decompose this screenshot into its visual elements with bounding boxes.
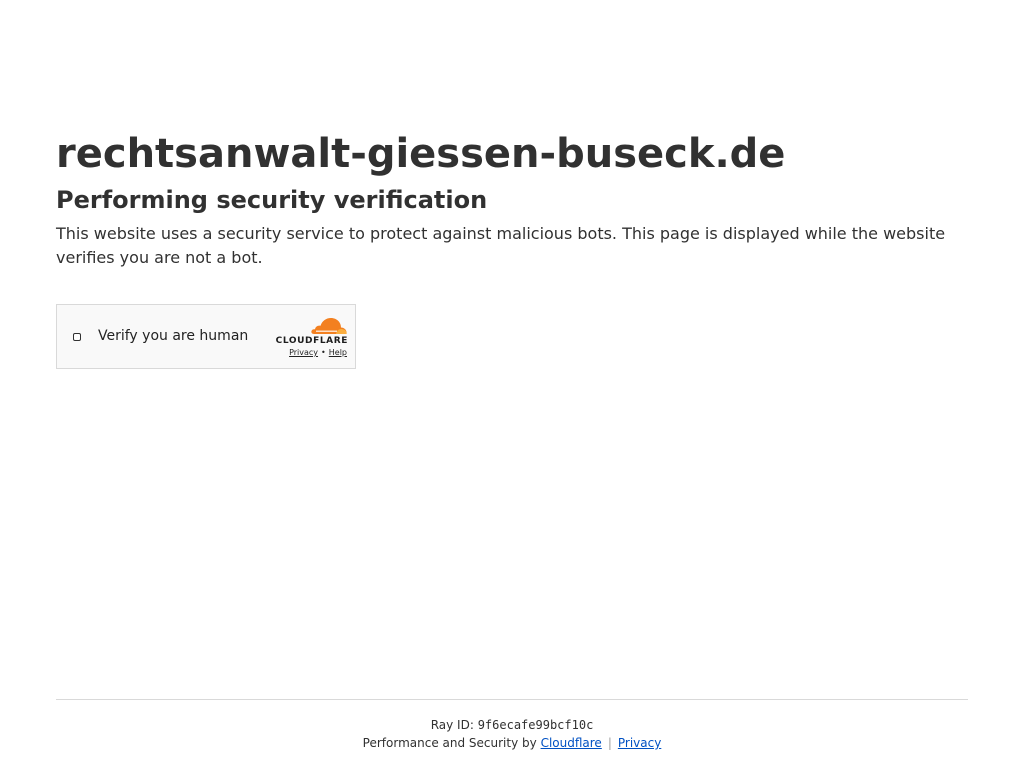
cloudflare-wordmark: CLOUDFLARE [275, 336, 348, 346]
widget-privacy-link[interactable]: Privacy [289, 348, 318, 357]
widget-help-link[interactable]: Help [329, 348, 347, 357]
verify-checkbox[interactable] [73, 333, 81, 341]
footer: Ray ID: 9f6ecafe99bcf10c Performance and… [56, 699, 968, 751]
cloudflare-brand: CLOUDFLARE Privacy • Help [268, 315, 348, 359]
footer-separator: | [607, 736, 612, 750]
footer-privacy-link[interactable]: Privacy [618, 736, 661, 750]
page-description: This website uses a security service to … [56, 224, 946, 267]
ray-info: Ray ID: 9f6ecafe99bcf10c [56, 717, 968, 733]
cloudflare-cloud-icon [311, 318, 347, 334]
page-subtitle: Performing security verification [56, 186, 488, 214]
ray-label: Ray ID: [430, 718, 474, 732]
ray-id: 9f6ecafe99bcf10c [477, 718, 594, 732]
widget-links: Privacy • Help [289, 348, 347, 358]
verification-widget: Verify you are human CLOUDFLARE Privacy •… [56, 304, 356, 369]
widget-links-separator: • [321, 348, 326, 357]
site-title: rechtsanwalt-giessen-buseck.de [56, 131, 786, 177]
performance-text: Performance and Security by [362, 736, 537, 750]
verify-label[interactable]: Verify you are human [98, 327, 248, 345]
main-content: rechtsanwalt-giessen-buseck.de Performin… [56, 128, 968, 270]
page: rechtsanwalt-giessen-buseck.de Performin… [0, 0, 1024, 768]
performance-line: Performance and Security by Cloudflare | P… [56, 735, 968, 751]
footer-cloudflare-link[interactable]: Cloudflare [541, 736, 602, 750]
